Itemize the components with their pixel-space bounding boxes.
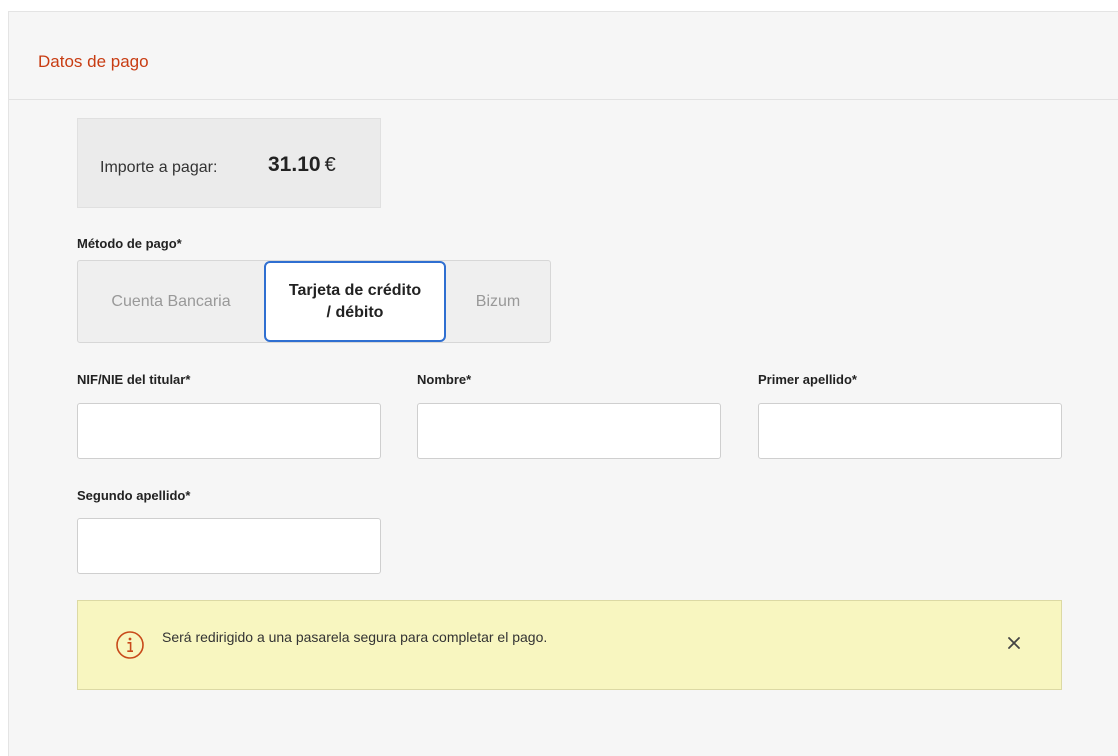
method-option-label-line2: / débito (326, 303, 384, 321)
amount-value: 31.10 € (268, 153, 336, 177)
nif-label: NIF/NIE del titular* (77, 372, 191, 387)
method-option-label: Bizum (475, 292, 521, 310)
alert-text: Será redirigido a una pasarela segura pa… (162, 629, 548, 645)
panel-header: Datos de pago (9, 12, 1118, 100)
amount-number: 31.10 (268, 153, 321, 176)
amount-currency: € (324, 154, 336, 176)
amount-box: Importe a pagar: 31.10 € (77, 118, 381, 208)
nombre-label: Nombre* (417, 372, 472, 387)
payment-method-label: Método de pago* (77, 236, 182, 251)
method-option-label: Cuenta Bancaria (111, 292, 231, 310)
method-option-label: Tarjeta de crédito / débito (289, 280, 421, 324)
primer-apellido-label: Primer apellido* (758, 372, 857, 387)
nombre-input[interactable] (417, 403, 721, 459)
redirect-alert: Será redirigido a una pasarela segura pa… (77, 600, 1062, 690)
info-circle-icon (116, 631, 144, 659)
close-icon[interactable] (1002, 631, 1026, 655)
method-option-bizum[interactable]: Bizum (446, 261, 550, 342)
nif-input[interactable] (77, 403, 381, 459)
method-option-cuenta-bancaria[interactable]: Cuenta Bancaria (78, 261, 264, 342)
method-option-label-line1: Tarjeta de crédito (288, 281, 422, 299)
primer-apellido-input[interactable] (758, 403, 1062, 459)
segundo-apellido-label: Segundo apellido* (77, 488, 191, 503)
amount-label: Importe a pagar: (100, 159, 218, 176)
panel-title: Datos de pago (38, 52, 149, 71)
method-option-tarjeta[interactable]: Tarjeta de crédito / débito (264, 261, 446, 342)
payment-method-selector: Cuenta Bancaria Tarjeta de crédito / débi… (77, 260, 551, 343)
segundo-apellido-input[interactable] (77, 518, 381, 574)
payment-panel: Datos de pago Importe a pagar: 31.10 € Mé… (8, 11, 1118, 756)
